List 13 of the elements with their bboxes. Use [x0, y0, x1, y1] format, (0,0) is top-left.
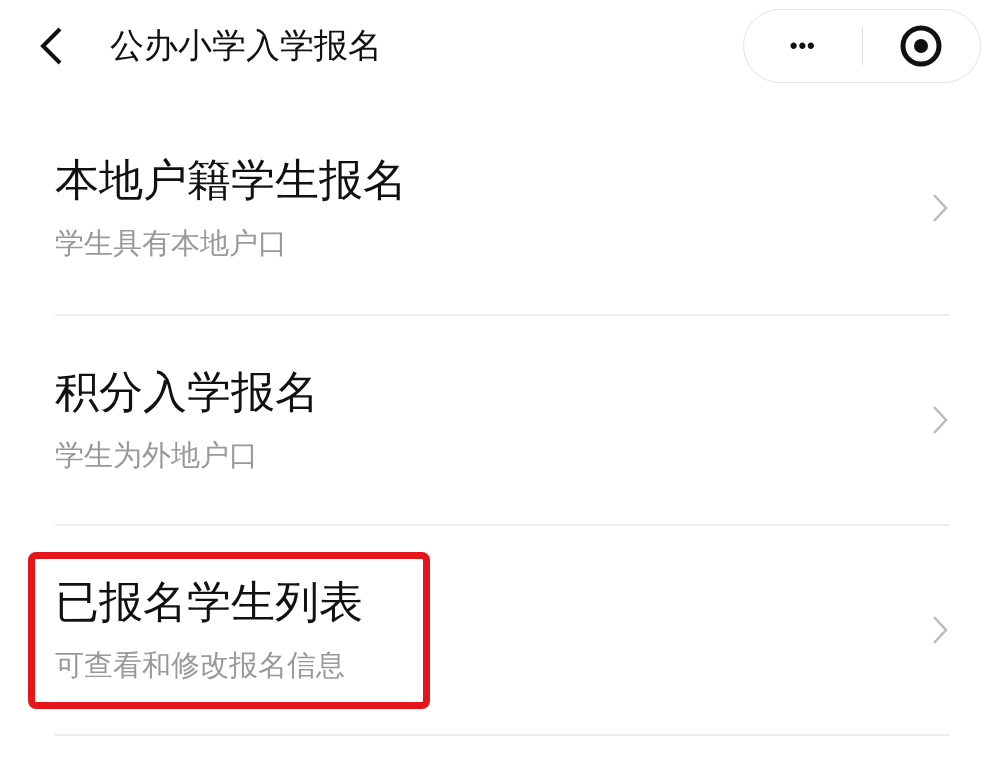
- chevron-right-icon: [932, 405, 948, 435]
- chevron-right-icon: [932, 193, 948, 223]
- page-title: 公办小学入学报名: [110, 24, 383, 67]
- item-subtitle: 学生具有本地户口: [55, 224, 288, 262]
- chevron-left-icon: [38, 26, 64, 66]
- item-subtitle: 可查看和修改报名信息: [55, 646, 346, 684]
- item-title[interactable]: 积分入学报名: [55, 362, 319, 422]
- item-title[interactable]: 已报名学生列表: [55, 572, 363, 632]
- target-icon: [899, 24, 944, 68]
- item-title[interactable]: 本地户籍学生报名: [55, 150, 407, 210]
- chevron-right-icon: [932, 615, 948, 645]
- item-subtitle: 学生为外地户口: [55, 436, 259, 474]
- more-button[interactable]: •••: [744, 32, 862, 60]
